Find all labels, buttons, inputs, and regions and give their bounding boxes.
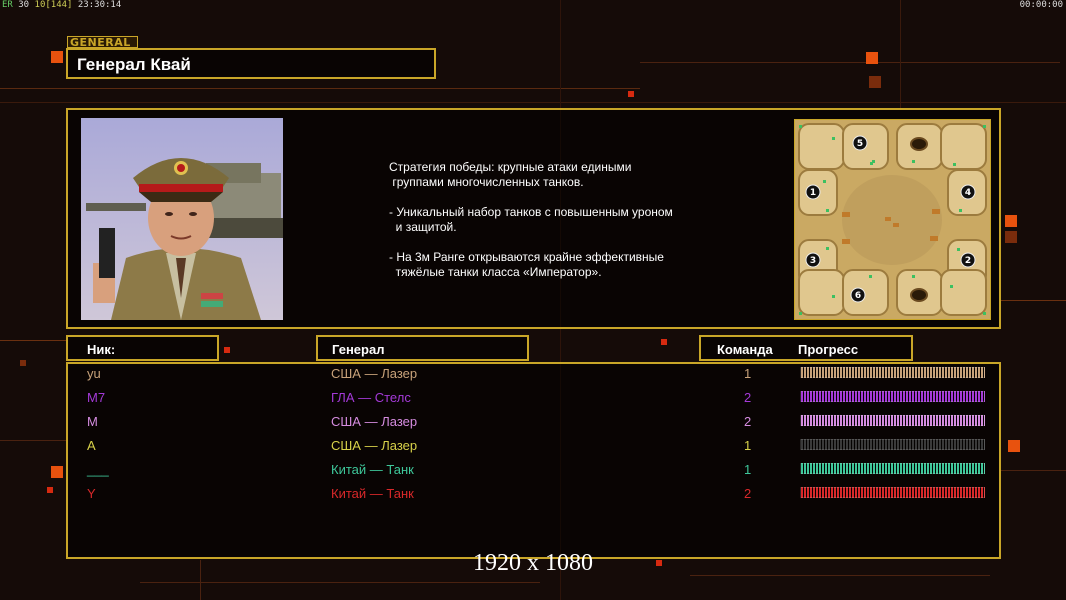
player-row: Y Китай — Танк 2 <box>0 482 1066 506</box>
minimap[interactable]: 5 1 4 3 2 6 <box>794 119 991 320</box>
player-general: США — Лазер <box>331 438 418 453</box>
start-position-2[interactable]: 2 <box>965 256 971 266</box>
general-name-box: Генерал Квай <box>66 48 436 79</box>
start-position-5[interactable]: 5 <box>857 139 863 149</box>
player-nick: ___ <box>87 462 109 477</box>
player-row: A США — Лазер 1 <box>0 434 1066 458</box>
hud-clock: 23:30:14 <box>77 0 122 10</box>
hud-value-c: [144] <box>45 0 73 10</box>
player-team: 1 <box>744 462 752 477</box>
player-row: ___ Китай — Танк 1 <box>0 458 1066 482</box>
general-name: Генерал Квай <box>77 55 191 74</box>
header-nick-label: Ник: <box>87 342 116 357</box>
portrait-image <box>81 118 283 320</box>
start-position-4[interactable]: 4 <box>965 188 971 198</box>
header-team-progress: Команда Прогресс <box>699 335 913 361</box>
player-progress-bar <box>800 391 985 402</box>
general-description: Стратегия победы: крупные атаки едиными … <box>389 160 673 279</box>
player-progress-bar <box>800 415 985 426</box>
header-team-label: Команда <box>717 342 773 357</box>
general-portrait <box>81 118 283 320</box>
start-position-3[interactable]: 3 <box>810 256 816 266</box>
player-nick: yu <box>87 366 101 381</box>
header-nick: Ник: <box>66 335 219 361</box>
general-tag: GENERAL <box>67 36 138 48</box>
player-progress-bar <box>800 487 985 498</box>
header-general: Генерал <box>316 335 529 361</box>
start-position-6[interactable]: 6 <box>855 291 861 301</box>
player-general: Китай — Танк <box>331 462 414 477</box>
player-team: 2 <box>744 414 752 429</box>
game-timer: 00:00:00 <box>1019 0 1063 10</box>
player-general: США — Лазер <box>331 414 418 429</box>
header-progress-label: Прогресс <box>798 342 859 357</box>
player-row: M7 ГЛА — Стелс 2 <box>0 386 1066 410</box>
hud-value-a: 30 <box>18 0 30 10</box>
player-nick: M7 <box>87 390 106 405</box>
player-progress-bar <box>800 439 985 450</box>
player-team: 2 <box>744 486 752 501</box>
player-team: 1 <box>744 438 752 453</box>
player-progress-bar <box>800 463 985 474</box>
player-progress-bar <box>800 367 985 378</box>
header-general-label: Генерал <box>332 342 385 357</box>
start-position-1[interactable]: 1 <box>810 188 816 198</box>
player-nick: M <box>87 414 98 429</box>
resolution-label: 1920 x 1080 <box>473 550 593 576</box>
minimap-image: 5 1 4 3 2 6 <box>795 120 990 319</box>
player-row: yu США — Лазер 1 <box>0 362 1066 386</box>
hud-value-b: 10 <box>34 0 46 10</box>
hud-prefix: ER <box>2 0 13 10</box>
player-team: 1 <box>744 366 752 381</box>
player-general: США — Лазер <box>331 366 418 381</box>
player-general: Китай — Танк <box>331 486 414 501</box>
player-nick: A <box>87 438 96 453</box>
hud-stats: ER 30 10[144] 23:30:14 <box>2 0 121 10</box>
player-row: M США — Лазер 2 <box>0 410 1066 434</box>
player-general: ГЛА — Стелс <box>331 390 411 405</box>
player-team: 2 <box>744 390 752 405</box>
player-nick: Y <box>87 486 96 501</box>
